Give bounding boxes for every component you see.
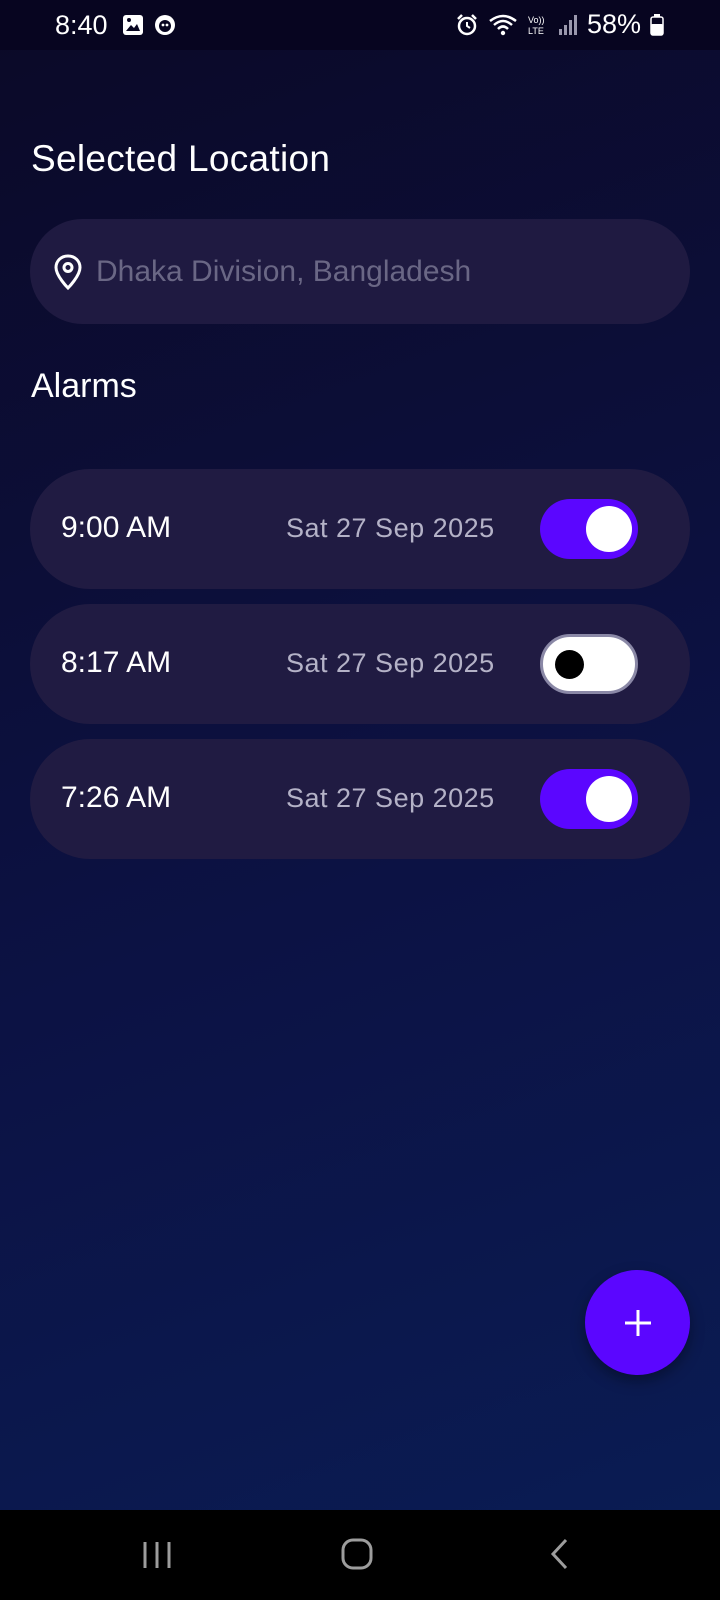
battery-percent: 58%	[586, 9, 641, 39]
page-title: Selected Location	[31, 138, 331, 179]
signal-icon	[558, 14, 578, 36]
home-icon[interactable]	[340, 1534, 374, 1574]
alarms-title: Alarms	[31, 367, 137, 405]
status-time: 8:40	[55, 10, 108, 40]
alarm-icon	[455, 13, 479, 37]
alarm-time: 9:00 AM	[61, 511, 172, 544]
navigation-bar	[0, 1510, 720, 1600]
location-input[interactable]	[96, 254, 656, 289]
location-pin-icon	[54, 253, 82, 290]
image-icon	[122, 14, 144, 36]
alarm-item[interactable]: 8:17 AM Sat 27 Sep 2025	[30, 604, 690, 724]
alarm-toggle[interactable]	[540, 769, 638, 829]
add-alarm-button[interactable]	[585, 1270, 690, 1375]
alarm-time: 8:17 AM	[61, 646, 172, 679]
alarm-toggle[interactable]	[540, 499, 638, 559]
toggle-knob	[586, 776, 632, 822]
toggle-knob	[586, 506, 632, 552]
svg-text:LTE: LTE	[528, 26, 544, 36]
battery-icon	[650, 13, 664, 36]
wifi-icon	[488, 13, 518, 37]
toggle-knob	[555, 650, 584, 679]
alarm-date: Sat 27 Sep 2025	[286, 513, 495, 543]
volte-icon: Vo)) LTE	[527, 13, 549, 37]
alarm-item[interactable]: 7:26 AM Sat 27 Sep 2025	[30, 739, 690, 859]
alarm-time: 7:26 AM	[61, 781, 172, 814]
recents-icon[interactable]	[142, 1534, 172, 1574]
app-notification-icon	[154, 14, 176, 36]
svg-text:Vo)): Vo))	[528, 15, 545, 25]
alarm-item[interactable]: 9:00 AM Sat 27 Sep 2025	[30, 469, 690, 589]
back-icon[interactable]	[548, 1534, 572, 1574]
alarm-toggle[interactable]	[540, 634, 638, 694]
status-bar: 8:40 Vo)) LTE 58%	[0, 0, 720, 50]
alarm-date: Sat 27 Sep 2025	[286, 783, 495, 813]
plus-icon	[623, 1308, 653, 1338]
location-field[interactable]	[30, 219, 690, 324]
alarm-date: Sat 27 Sep 2025	[286, 648, 495, 678]
